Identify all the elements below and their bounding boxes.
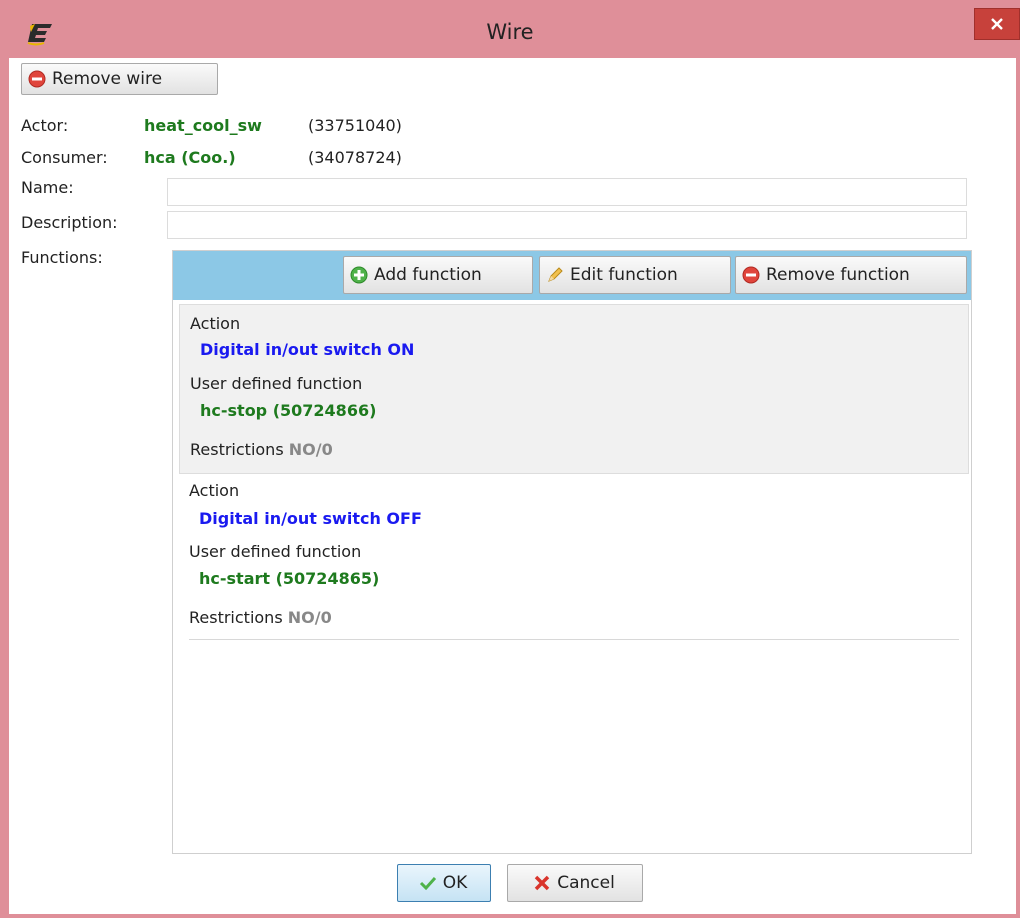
restrictions-label: Restrictions [189, 608, 283, 627]
close-button[interactable] [974, 8, 1020, 40]
action-title: Action [190, 314, 241, 333]
actor-label: Actor: [21, 116, 69, 135]
consumer-name: hca (Coo.) [144, 148, 236, 167]
description-label: Description: [21, 213, 118, 232]
functions-toolbar: Add function Edit function Remove functi… [173, 251, 971, 300]
action-title: Action [189, 481, 240, 500]
functions-label: Functions: [21, 248, 103, 267]
add-icon [350, 266, 368, 284]
title-bar[interactable]: Wire [0, 0, 1020, 58]
close-icon [991, 18, 1003, 30]
consumer-label: Consumer: [21, 148, 108, 167]
actor-name: heat_cool_sw [144, 116, 262, 135]
checkmark-icon [419, 876, 436, 891]
edit-function-button[interactable]: Edit function [539, 256, 731, 294]
action-value: Digital in/out switch OFF [199, 509, 422, 528]
description-field[interactable] [167, 211, 967, 239]
remove-icon [742, 266, 760, 284]
cancel-label: Cancel [557, 873, 615, 893]
function-item[interactable]: Action Digital in/out switch ON User def… [179, 304, 969, 474]
consumer-id: (34078724) [308, 148, 402, 167]
name-label: Name: [21, 178, 74, 197]
remove-function-button[interactable]: Remove function [735, 256, 967, 294]
restrictions-label: Restrictions [190, 440, 284, 459]
ok-button[interactable]: OK [397, 864, 491, 902]
udf-value: hc-stop (50724866) [200, 401, 377, 420]
red-x-icon [534, 875, 550, 891]
udf-title: User defined function [189, 542, 362, 561]
item-divider [189, 639, 959, 640]
ok-label: OK [442, 873, 468, 893]
window-title: Wire [486, 20, 534, 44]
udf-title: User defined function [190, 374, 363, 393]
remove-icon [28, 70, 46, 88]
restrictions: Restrictions NO/0 [189, 608, 332, 627]
actor-id: (33751040) [308, 116, 402, 135]
action-value: Digital in/out switch ON [200, 340, 415, 359]
remove-wire-button[interactable]: Remove wire [21, 63, 218, 95]
remove-function-label: Remove function [766, 265, 910, 285]
restrictions-value: NO/0 [288, 440, 333, 459]
dialog-body: Remove wire Actor: heat_cool_sw (3375104… [9, 58, 1016, 914]
edit-function-label: Edit function [570, 265, 678, 285]
restrictions: Restrictions NO/0 [190, 440, 333, 459]
add-function-label: Add function [374, 265, 482, 285]
pencil-icon [548, 267, 563, 282]
add-function-button[interactable]: Add function [343, 256, 533, 294]
cancel-button[interactable]: Cancel [507, 864, 643, 902]
wire-dialog: Wire Remove wire Actor: heat_cool_sw (33… [0, 0, 1020, 918]
restrictions-value: NO/0 [287, 608, 332, 627]
functions-panel: Add function Edit function Remove functi… [172, 250, 972, 854]
remove-wire-label: Remove wire [52, 69, 163, 89]
name-field[interactable] [167, 178, 967, 206]
function-item[interactable]: Action Digital in/out switch OFF User de… [179, 476, 969, 642]
udf-value: hc-start (50724865) [199, 569, 380, 588]
